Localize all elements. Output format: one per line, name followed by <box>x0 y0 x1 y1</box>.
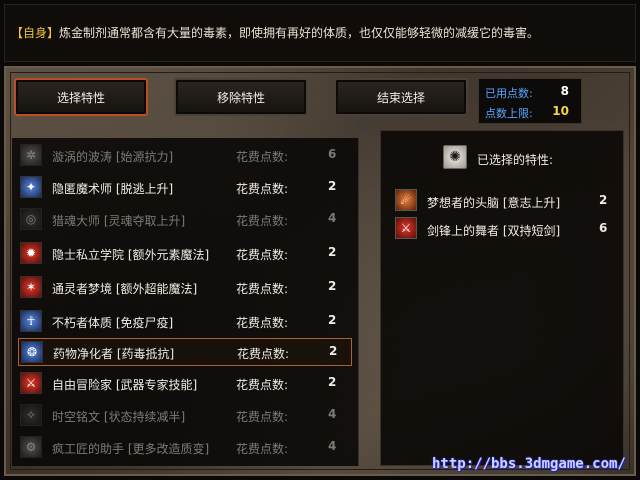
trait-cost: 4 <box>328 211 337 225</box>
vortex-icon: ✲ <box>20 144 42 166</box>
trait-cost-label: 花费点数: <box>236 282 289 296</box>
trait-cost: 2 <box>328 375 337 389</box>
trait-row-selected[interactable]: ❂ 药物净化者 [药毒抵抗] 花费点数: 2 <box>18 338 352 366</box>
trait-row[interactable]: ✹ 隐士私立学院 [额外元素魔法] 花费点数: 2 <box>18 240 352 268</box>
trait-cost: 4 <box>328 407 337 421</box>
trait-row[interactable]: ⚔ 自由冒险家 [武器专家技能] 花费点数: 2 <box>18 370 352 398</box>
description-tag: 【自身】 <box>11 26 60 40</box>
weapon-icon: ⚔ <box>20 372 42 394</box>
points-used-value: 8 <box>560 84 569 98</box>
trait-description-bar: 【自身】炼金制剂通常都含有大量的毒素，即使拥有再好的体质，也仅仅能够轻微的减缓它… <box>4 4 636 62</box>
selected-traits-icon: ✺ <box>443 145 467 169</box>
craft-icon: ⚙ <box>20 436 42 458</box>
selected-trait-name: 剑锋上的舞者 [双持短剑] <box>427 224 561 238</box>
tab-remove-traits[interactable]: 移除特性 <box>174 78 308 116</box>
trait-name: 时空铭文 [状态持续减半] <box>52 410 186 424</box>
trait-row[interactable]: ✦ 隐匿魔术师 [脱逃上升] 花费点数: 2 <box>18 174 352 202</box>
trait-row[interactable]: ✶ 通灵者梦境 [额外超能魔法] 花费点数: 2 <box>18 274 352 302</box>
soul-icon: ◎ <box>20 208 42 230</box>
trait-name: 不朽者体质 [免疫尸疫] <box>52 316 174 330</box>
trait-cost-label: 花费点数: <box>236 442 289 456</box>
trait-cost: 2 <box>329 344 338 358</box>
trait-name: 漩涡的波涛 [始源抗力] <box>52 150 174 164</box>
trait-cost: 6 <box>328 147 337 161</box>
selected-trait-row[interactable]: ⚔ 剑锋上的舞者 [双持短剑] 6 <box>395 217 613 243</box>
body-icon: ☥ <box>20 310 42 332</box>
selected-trait-cost: 2 <box>599 193 608 207</box>
potion-icon: ❂ <box>21 341 43 363</box>
trait-cost-label: 花费点数: <box>236 378 289 392</box>
tab-select-traits[interactable]: 选择特性 <box>14 78 148 116</box>
trait-cost: 2 <box>328 313 337 327</box>
trait-name: 药物净化者 [药毒抵抗] <box>53 347 175 361</box>
trait-cost-label: 花费点数: <box>237 347 290 361</box>
blade-icon: ⚔ <box>395 217 417 239</box>
trait-cost-label: 花费点数: <box>236 316 289 330</box>
trait-cost-label: 花费点数: <box>236 248 289 262</box>
points-used-label: 已用点数: <box>485 87 533 100</box>
trait-row[interactable]: ✲ 漩涡的波涛 [始源抗力] 花费点数: 6 <box>18 142 352 170</box>
trait-cost: 2 <box>328 279 337 293</box>
trait-row[interactable]: ⚙ 疯工匠的助手 [更多改造质变] 花费点数: 4 <box>18 434 352 462</box>
points-used-row: 已用点数: 8 <box>485 83 579 101</box>
selected-trait-name: 梦想者的头脑 [意志上升] <box>427 196 561 210</box>
element-icon: ✹ <box>20 242 42 264</box>
trait-cost-label: 花费点数: <box>236 150 289 164</box>
trait-cost-label: 花费点数: <box>236 410 289 424</box>
trait-cost-label: 花费点数: <box>236 182 289 196</box>
trait-description: 【自身】炼金制剂通常都含有大量的毒素，即使拥有再好的体质，也仅仅能够轻微的减缓它… <box>11 25 631 41</box>
trait-name: 隐匿魔术师 [脱逃上升] <box>52 182 174 196</box>
trait-name: 疯工匠的助手 [更多改造质变] <box>52 442 210 456</box>
tab-select-label: 选择特性 <box>56 90 105 105</box>
trait-name: 猎魂大师 [灵魂夺取上升] <box>52 214 186 228</box>
magician-icon: ✦ <box>20 176 42 198</box>
selected-traits-header: 已选择的特性: <box>477 153 554 167</box>
description-text: 炼金制剂通常都含有大量的毒素，即使拥有再好的体质，也仅仅能够轻微的减缓它的毒害。 <box>59 26 540 40</box>
rune-icon: ✧ <box>20 404 42 426</box>
tab-finish-selection[interactable]: 结束选择 <box>334 78 468 116</box>
trait-row[interactable]: ◎ 猎魂大师 [灵魂夺取上升] 花费点数: 4 <box>18 206 352 234</box>
mind-icon: ☄ <box>395 189 417 211</box>
trait-cost: 2 <box>328 179 337 193</box>
trait-cost: 2 <box>328 245 337 259</box>
trait-list: ✲ 漩涡的波涛 [始源抗力] 花费点数: 6 ✦ 隐匿魔术师 [脱逃上升] 花费… <box>12 138 359 466</box>
points-max-value: 10 <box>552 104 569 118</box>
psionic-icon: ✶ <box>20 276 42 298</box>
trait-name: 通灵者梦境 [额外超能魔法] <box>52 282 198 296</box>
tab-remove-label: 移除特性 <box>216 90 265 105</box>
points-max-label: 点数上限: <box>485 107 533 120</box>
points-box: 已用点数: 8 点数上限: 10 <box>478 78 582 124</box>
selected-traits-panel: ✺ 已选择的特性: ☄ 梦想者的头脑 [意志上升] 2 ⚔ 剑锋上的舞者 [双持… <box>380 130 624 466</box>
trait-row[interactable]: ✧ 时空铭文 [状态持续减半] 花费点数: 4 <box>18 402 352 430</box>
trait-cost: 4 <box>328 439 337 453</box>
trait-name: 隐士私立学院 [额外元素魔法] <box>52 248 210 262</box>
tab-finish-label: 结束选择 <box>376 90 425 105</box>
trait-cost-label: 花费点数: <box>236 214 289 228</box>
selected-trait-row[interactable]: ☄ 梦想者的头脑 [意志上升] 2 <box>395 189 613 215</box>
trait-row[interactable]: ☥ 不朽者体质 [免疫尸疫] 花费点数: 2 <box>18 308 352 336</box>
watermark: http://bbs.3dmgame.com/ <box>432 456 626 472</box>
selected-trait-cost: 6 <box>599 221 608 235</box>
trait-name: 自由冒险家 [武器专家技能] <box>52 378 198 392</box>
points-max-row: 点数上限: 10 <box>485 103 579 121</box>
